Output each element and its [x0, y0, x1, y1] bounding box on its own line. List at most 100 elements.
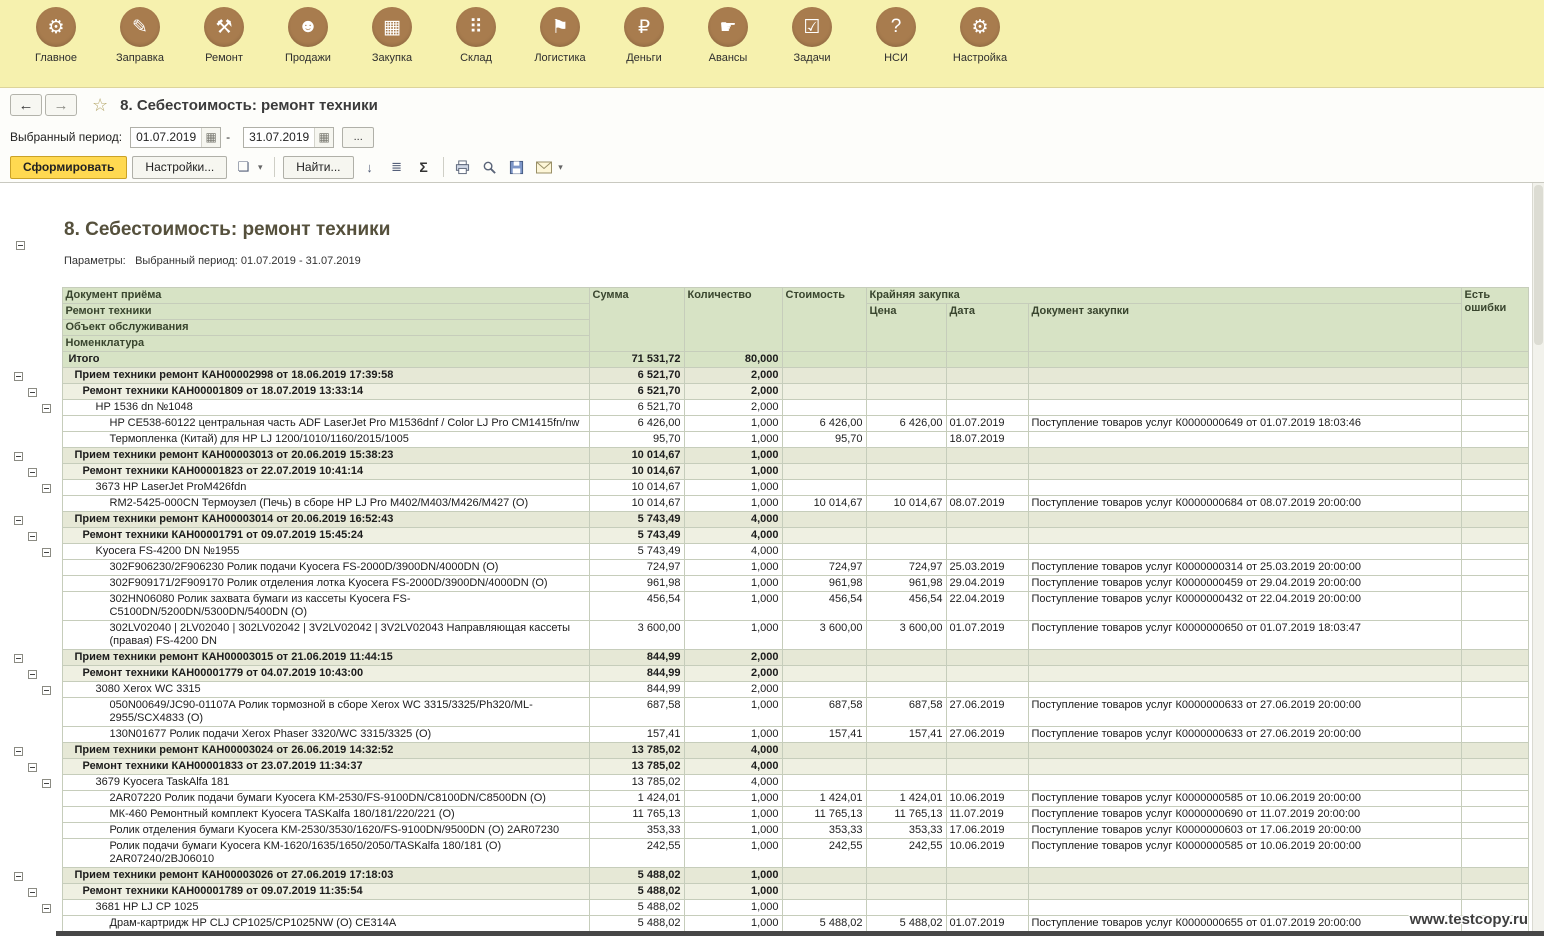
table-row[interactable]: Ролик отделения бумаги Kyocera KM-2530/3… — [6, 823, 1528, 839]
cell-cost[interactable] — [782, 682, 866, 698]
cell-qty[interactable]: 1,000 — [684, 496, 782, 512]
cell-name[interactable]: Ремонт техники КАН00001809 от 18.07.2019… — [62, 384, 589, 400]
cell-err[interactable] — [1461, 592, 1528, 621]
table-row[interactable]: 302LV02040 | 2LV02040 | 302LV02042 | 3V2… — [6, 621, 1528, 650]
table-row[interactable]: Ролик подачи бумаги Kyocera KM-1620/1635… — [6, 839, 1528, 868]
cell-qty[interactable]: 1,000 — [684, 464, 782, 480]
cell-cost[interactable] — [782, 868, 866, 884]
cell-cost[interactable]: 10 014,67 — [782, 496, 866, 512]
cell-price[interactable] — [866, 682, 946, 698]
cell-price[interactable]: 11 765,13 — [866, 807, 946, 823]
collapse-toggle-icon[interactable] — [42, 686, 51, 695]
copy-dropdown-arrow-icon[interactable]: ▾ — [254, 156, 266, 179]
cell-name[interactable]: Ролик отделения бумаги Kyocera KM-2530/3… — [62, 823, 589, 839]
cell-name[interactable]: 130N01677 Ролик подачи Xerox Phaser 3320… — [62, 727, 589, 743]
cell-price[interactable]: 6 426,00 — [866, 416, 946, 432]
cell-doc[interactable]: Поступление товаров услуг К0000000633 от… — [1028, 698, 1461, 727]
cell-doc[interactable]: Поступление товаров услуг К0000000585 от… — [1028, 839, 1461, 868]
cell-sum[interactable]: 6 426,00 — [589, 416, 684, 432]
cell-err[interactable] — [1461, 868, 1528, 884]
cell-name[interactable]: Итого — [62, 352, 589, 368]
header-est-oshibki[interactable]: Есть ошибки — [1461, 288, 1528, 352]
cell-doc[interactable] — [1028, 384, 1461, 400]
cell-date[interactable] — [946, 743, 1028, 759]
cell-price[interactable] — [866, 528, 946, 544]
cell-name[interactable]: 3080 Xerox WC 3315 — [62, 682, 589, 698]
cell-cost[interactable]: 5 488,02 — [782, 916, 866, 932]
table-row[interactable]: 050N00649/JC90-01107A Ролик тормозной в … — [6, 698, 1528, 727]
cell-err[interactable] — [1461, 480, 1528, 496]
cell-sum[interactable]: 1 424,01 — [589, 791, 684, 807]
cell-sum[interactable]: 13 785,02 — [589, 743, 684, 759]
table-row[interactable]: Ремонт техники КАН00001789 от 09.07.2019… — [6, 884, 1528, 900]
save-icon[interactable] — [506, 156, 528, 179]
cell-name[interactable]: 3679 Kyocera TaskAlfa 181 — [62, 775, 589, 791]
cell-price[interactable] — [866, 759, 946, 775]
cell-err[interactable] — [1461, 743, 1528, 759]
collapse-toggle-icon[interactable] — [28, 888, 37, 897]
cell-sum[interactable]: 6 521,70 — [589, 368, 684, 384]
cell-name[interactable]: Kyocera FS-4200 DN №1955 — [62, 544, 589, 560]
table-row[interactable]: Kyocera FS-4200 DN №19555 743,494,000 — [6, 544, 1528, 560]
cell-date[interactable] — [946, 682, 1028, 698]
collapse-toggle-icon[interactable] — [28, 670, 37, 679]
section-item-nsi[interactable]: ?НСИ — [854, 7, 938, 87]
cell-doc[interactable] — [1028, 900, 1461, 916]
cell-qty[interactable]: 1,000 — [684, 592, 782, 621]
cell-cost[interactable] — [782, 352, 866, 368]
table-row[interactable]: 302F906230/2F906230 Ролик подачи Kyocera… — [6, 560, 1528, 576]
table-row[interactable]: Ремонт техники КАН00001823 от 22.07.2019… — [6, 464, 1528, 480]
table-row[interactable]: Прием техники ремонт КАН00003026 от 27.0… — [6, 868, 1528, 884]
sum-icon[interactable]: Σ — [413, 156, 435, 179]
collapse-toggle-icon[interactable] — [42, 484, 51, 493]
header-summa[interactable]: Сумма — [589, 288, 684, 352]
cell-name[interactable]: Ремонт техники КАН00001789 от 09.07.2019… — [62, 884, 589, 900]
cell-qty[interactable]: 2,000 — [684, 666, 782, 682]
cell-date[interactable] — [946, 528, 1028, 544]
cell-qty[interactable]: 4,000 — [684, 528, 782, 544]
cell-sum[interactable]: 5 488,02 — [589, 916, 684, 932]
section-item-remont[interactable]: ⚒Ремонт — [182, 7, 266, 87]
section-item-logistika[interactable]: ⚑Логистика — [518, 7, 602, 87]
header-data[interactable]: Дата — [946, 304, 1028, 352]
cell-sum[interactable]: 13 785,02 — [589, 775, 684, 791]
collapse-toggle-icon[interactable] — [42, 904, 51, 913]
cell-date[interactable] — [946, 900, 1028, 916]
cell-cost[interactable] — [782, 512, 866, 528]
cell-name[interactable]: Ремонт техники КАН00001791 от 09.07.2019… — [62, 528, 589, 544]
table-row[interactable]: HP CE538-60122 центральная часть ADF Las… — [6, 416, 1528, 432]
cell-doc[interactable] — [1028, 448, 1461, 464]
cell-err[interactable] — [1461, 528, 1528, 544]
cell-date[interactable] — [946, 352, 1028, 368]
cell-doc[interactable]: Поступление товаров услуг К0000000459 от… — [1028, 576, 1461, 592]
mail-dropdown-arrow-icon[interactable]: ▾ — [555, 156, 567, 179]
cell-doc[interactable] — [1028, 352, 1461, 368]
cell-cost[interactable]: 1 424,01 — [782, 791, 866, 807]
cell-doc[interactable]: Поступление товаров услуг К0000000314 от… — [1028, 560, 1461, 576]
cell-qty[interactable]: 2,000 — [684, 400, 782, 416]
cell-sum[interactable]: 157,41 — [589, 727, 684, 743]
cell-sum[interactable]: 687,58 — [589, 698, 684, 727]
cell-err[interactable] — [1461, 576, 1528, 592]
cell-price[interactable] — [866, 743, 946, 759]
cell-name[interactable]: Ремонт техники КАН00001833 от 23.07.2019… — [62, 759, 589, 775]
header-nomenklatura[interactable]: Номенклатура — [62, 336, 589, 352]
section-item-prodazhi[interactable]: ☻Продажи — [266, 7, 350, 87]
collapse-toggle-icon[interactable] — [14, 747, 23, 756]
cell-err[interactable] — [1461, 884, 1528, 900]
header-dokument-zakupki[interactable]: Документ закупки — [1028, 304, 1461, 352]
cell-doc[interactable] — [1028, 368, 1461, 384]
cell-date[interactable] — [946, 480, 1028, 496]
cell-date[interactable]: 17.06.2019 — [946, 823, 1028, 839]
cell-name[interactable]: МК-460 Ремонтный комплект Kyocera TASKal… — [62, 807, 589, 823]
cell-date[interactable]: 01.07.2019 — [946, 916, 1028, 932]
cell-qty[interactable]: 1,000 — [684, 448, 782, 464]
cell-sum[interactable]: 5 488,02 — [589, 884, 684, 900]
cell-name[interactable]: 2AR07220 Ролик подачи бумаги Kyocera KM-… — [62, 791, 589, 807]
cell-qty[interactable]: 1,000 — [684, 432, 782, 448]
cell-sum[interactable]: 724,97 — [589, 560, 684, 576]
cell-cost[interactable] — [782, 900, 866, 916]
cell-sum[interactable]: 5 743,49 — [589, 512, 684, 528]
cell-sum[interactable]: 456,54 — [589, 592, 684, 621]
cell-doc[interactable] — [1028, 464, 1461, 480]
